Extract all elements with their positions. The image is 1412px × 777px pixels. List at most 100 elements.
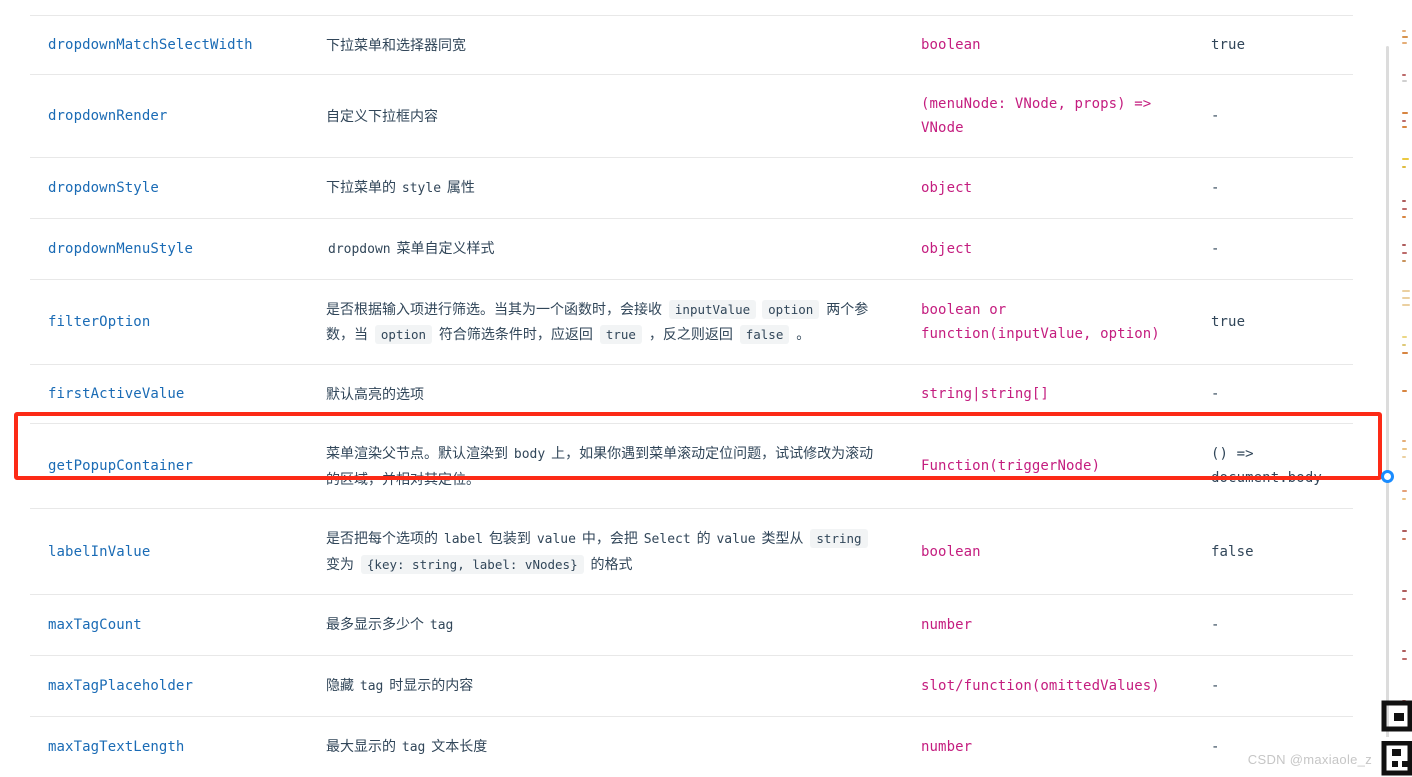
inline-code-mono: value — [536, 532, 576, 547]
page-root: dropdownMatchSelectWidth 下拉菜单和选择器同宽 boolea… — [0, 0, 1412, 777]
cell-property-name: dropdownMatchSelectWidth — [30, 16, 308, 75]
cell-property-name: maxTagTextLength — [30, 716, 308, 777]
description-text: 下拉菜单和选择器同宽 — [326, 37, 466, 53]
description-text: 最多显示多少个 — [326, 616, 428, 632]
minimap-mark — [1402, 336, 1407, 338]
description-text: 时显示的内容 — [385, 677, 474, 693]
minimap-mark — [1402, 244, 1406, 246]
table-row: dropdownRender 自定义下拉框内容 (menuNode: VNode, … — [30, 74, 1353, 158]
api-property-table: dropdownMatchSelectWidth 下拉菜单和选择器同宽 boolea… — [30, 16, 1353, 777]
minimap-mark — [1402, 598, 1406, 600]
minimap-mark — [1402, 590, 1407, 592]
minimap-mark — [1402, 260, 1406, 262]
description-text: 是否把每个选项的 — [326, 530, 442, 546]
inline-code-chip: true — [599, 325, 642, 344]
cell-description: dropdown 菜单自定义样式 — [308, 218, 903, 280]
cell-property-name: firstActiveValue — [30, 364, 308, 424]
watermark-qr-code — [1378, 699, 1412, 777]
cell-description: 是否根据输入项进行筛选。当其为一个函数时，会接收 inputValue optio… — [308, 279, 903, 365]
description-text: 菜单渲染父节点。默认渲染到 — [326, 445, 512, 461]
cell-default-value: - — [1193, 594, 1353, 656]
api-table-body: dropdownMatchSelectWidth 下拉菜单和选择器同宽 boolea… — [30, 16, 1353, 777]
inline-code-chip: string — [810, 529, 868, 548]
cell-default-value: - — [1193, 716, 1353, 777]
cell-description: 隐藏 tag 时显示的内容 — [308, 655, 903, 717]
description-text: 变为 — [326, 556, 358, 572]
description-text: 是否根据输入项进行筛选。当其为一个函数时，会接收 — [326, 301, 666, 317]
cell-property-name: maxTagPlaceholder — [30, 655, 308, 717]
cell-default-value: true — [1193, 16, 1353, 75]
minimap-mark — [1402, 126, 1407, 128]
cell-default-value: - — [1193, 74, 1353, 158]
minimap-mark — [1402, 448, 1407, 450]
minimap-mark — [1402, 166, 1406, 168]
cell-type: slot/function(omittedValues) — [903, 655, 1193, 717]
table-row: labelInValue 是否把每个选项的 label 包装到 value 中，会… — [30, 508, 1353, 595]
description-text: 符合筛选条件时，应返回 — [435, 326, 597, 342]
inline-code-chip: option — [374, 325, 433, 344]
minimap-mark — [1402, 120, 1406, 122]
table-row: maxTagPlaceholder 隐藏 tag 时显示的内容 slot/funct… — [30, 655, 1353, 717]
description-text: 的 — [692, 530, 715, 546]
minimap-mark — [1402, 650, 1406, 652]
minimap-mark — [1402, 200, 1406, 202]
cell-type: object — [903, 218, 1193, 280]
cell-default-value: false — [1193, 508, 1353, 595]
cell-property-name: maxTagCount — [30, 594, 308, 656]
inline-code-chip: inputValue — [668, 300, 757, 319]
cell-default-value: - — [1193, 364, 1353, 424]
table-row: dropdownStyle 下拉菜单的 style 属性 object - — [30, 157, 1353, 219]
cell-default-value: true — [1193, 279, 1353, 365]
minimap-mark — [1402, 252, 1407, 254]
description-text: 类型从 — [757, 530, 808, 546]
cell-default-value: - — [1193, 218, 1353, 280]
cell-type: (menuNode: VNode, props) => VNode — [903, 74, 1193, 158]
minimap-mark — [1402, 42, 1407, 44]
minimap-mark — [1402, 658, 1407, 660]
description-text: 菜单自定义样式 — [392, 240, 495, 256]
description-text: 隐藏 — [326, 677, 358, 693]
table-row: firstActiveValue 默认高亮的选项 string|string[] - — [30, 364, 1353, 424]
minimap-mark — [1402, 490, 1407, 492]
table-row: maxTagTextLength 最大显示的 tag 文本长度 number - — [30, 716, 1353, 777]
cell-type: object — [903, 157, 1193, 219]
cell-property-name: filterOption — [30, 279, 308, 365]
minimap-mark — [1402, 498, 1406, 500]
minimap-mark — [1402, 208, 1407, 210]
scrollbar-position-marker[interactable] — [1381, 470, 1394, 483]
editor-minimap[interactable] — [1400, 0, 1412, 777]
page-scrollbar-track[interactable] — [1386, 46, 1389, 746]
cell-type: string|string[] — [903, 364, 1193, 424]
inline-code-mono: tag — [359, 679, 384, 694]
cell-type: Function(triggerNode) — [903, 423, 1193, 509]
description-text: 最大显示的 — [326, 738, 400, 754]
cell-default-value: - — [1193, 157, 1353, 219]
cell-description: 最大显示的 tag 文本长度 — [308, 716, 903, 777]
table-row: dropdownMatchSelectWidth 下拉菜单和选择器同宽 boolea… — [30, 16, 1353, 75]
inline-code-chip: option — [762, 300, 820, 319]
minimap-mark — [1402, 290, 1410, 292]
description-text: 自定义下拉框内容 — [326, 108, 438, 124]
description-text: 下拉菜单的 — [326, 179, 400, 195]
minimap-mark — [1402, 30, 1406, 32]
minimap-mark — [1402, 538, 1406, 540]
inline-code-mono: label — [443, 532, 484, 547]
minimap-mark — [1402, 456, 1406, 458]
inline-code-mono: tag — [429, 618, 454, 633]
cell-property-name: dropdownMenuStyle — [30, 218, 308, 280]
description-text: ，反之则返回 — [644, 326, 737, 342]
cell-type: boolean — [903, 508, 1193, 595]
minimap-mark — [1402, 158, 1409, 160]
table-row: getPopupContainer 菜单渲染父节点。默认渲染到 body 上，如果… — [30, 423, 1353, 509]
table-row: dropdownMenuStyle dropdown 菜单自定义样式 object - — [30, 218, 1353, 280]
cell-description: 是否把每个选项的 label 包装到 value 中，会把 Select 的 v… — [308, 508, 903, 595]
description-text: 中，会把 — [577, 530, 642, 546]
cell-type: number — [903, 716, 1193, 777]
qr-code-icon — [1378, 700, 1412, 776]
inline-code-mono: body — [513, 447, 546, 462]
inline-code-chip: false — [739, 325, 790, 344]
table-row: maxTagCount 最多显示多少个 tag number - — [30, 594, 1353, 656]
description-text: 的格式 — [586, 556, 633, 572]
inline-code-mono: tag — [401, 740, 426, 755]
inline-code-mono: style — [401, 181, 442, 196]
